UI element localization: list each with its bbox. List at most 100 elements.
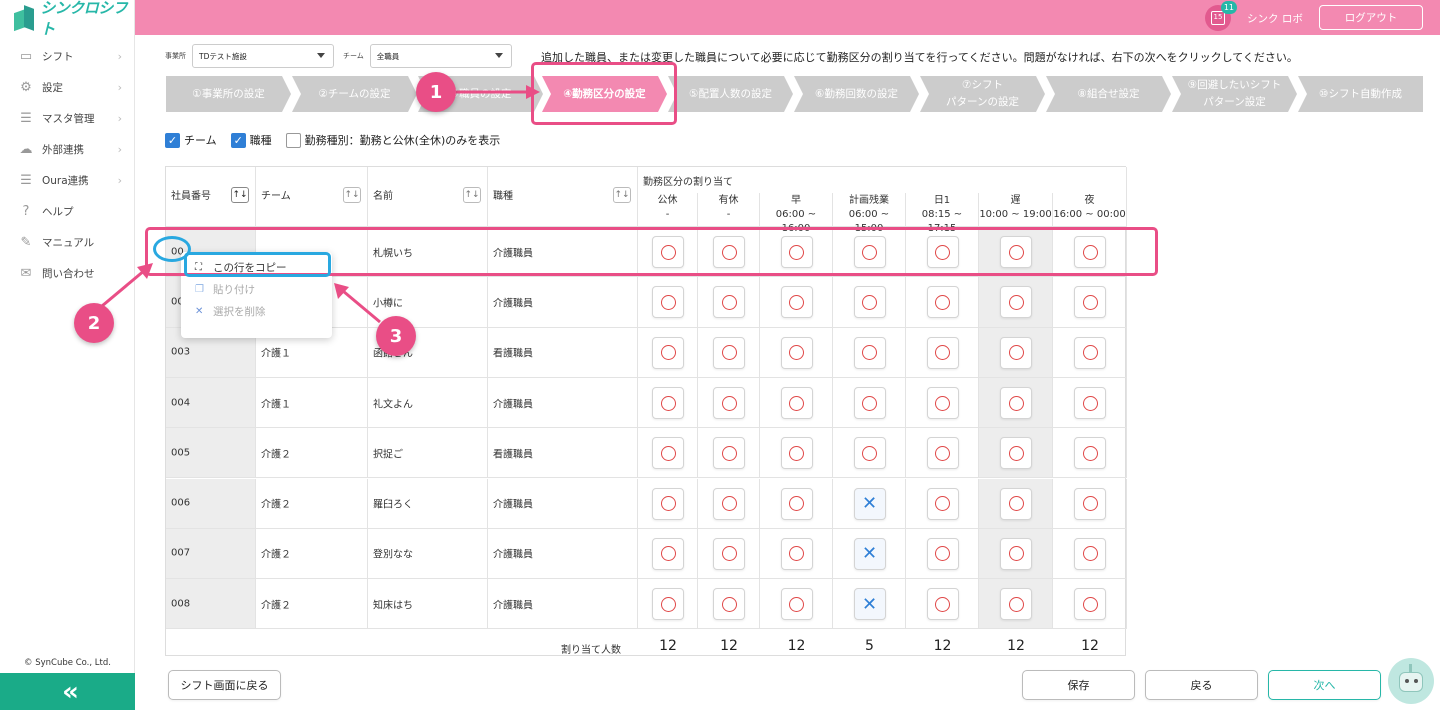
circle-toggle-icon[interactable] (652, 437, 684, 470)
sidebar-collapse-button[interactable]: « (0, 673, 135, 710)
circle-toggle-icon[interactable] (926, 336, 959, 369)
cell-id[interactable]: 007 (166, 528, 256, 580)
circle-toggle-icon[interactable] (780, 588, 813, 621)
circle-toggle-icon[interactable] (1000, 286, 1032, 319)
cell-name[interactable]: 択捉ご (368, 428, 488, 479)
team-checkbox[interactable]: ✓ チーム (165, 132, 217, 148)
circle-toggle-icon[interactable] (1074, 487, 1106, 520)
cell-name[interactable]: 登別なな (368, 528, 488, 580)
circle-toggle-icon[interactable] (1000, 487, 1032, 520)
sidebar-item-external[interactable]: ☁ 外部連携 › (0, 134, 134, 165)
cell-name[interactable]: 羅臼ろく (368, 478, 488, 529)
sidebar-item-settings[interactable]: ⚙ 設定 › (0, 72, 134, 103)
cell-team[interactable]: 介護１ (256, 377, 368, 429)
circle-toggle-icon[interactable] (713, 437, 745, 470)
sidebar-item-oura[interactable]: ☰ Oura連携 › (0, 165, 134, 196)
save-button[interactable]: 保存 (1022, 670, 1135, 700)
circle-toggle-icon[interactable] (1000, 336, 1032, 369)
circle-toggle-icon[interactable] (780, 336, 813, 369)
circle-toggle-icon[interactable] (926, 487, 959, 520)
step-shift-pattern[interactable]: ⑦シフト パターンの設定 (920, 76, 1045, 112)
circle-toggle-icon[interactable] (713, 588, 745, 621)
notification-button[interactable]: 15 11 (1205, 1, 1237, 31)
circle-toggle-icon[interactable] (1074, 537, 1106, 570)
sort-icon[interactable]: ↑↓ (343, 187, 361, 203)
circle-toggle-icon[interactable] (780, 537, 813, 570)
menu-item-delete-selection[interactable]: ✕ 選択を削除 (181, 300, 332, 322)
cell-id[interactable]: 004 (166, 377, 256, 429)
cross-toggle-icon[interactable]: ✕ (853, 487, 886, 520)
sidebar-item-help[interactable]: ? ヘルプ (0, 196, 134, 227)
cell-team[interactable]: 介護２ (256, 478, 368, 529)
cell-team[interactable]: 介護２ (256, 428, 368, 479)
cell-team[interactable]: 介護２ (256, 528, 368, 580)
step-auto-create[interactable]: ⑩シフト自動作成 (1298, 76, 1423, 112)
sidebar-item-master[interactable]: ☰ マスタ管理 › (0, 103, 134, 134)
circle-toggle-icon[interactable] (652, 537, 684, 570)
cell-job[interactable]: 介護職員 (488, 579, 638, 630)
cell-job[interactable]: 介護職員 (488, 478, 638, 529)
circle-toggle-icon[interactable] (1000, 387, 1032, 420)
cell-job[interactable]: 介護職員 (488, 277, 638, 328)
circle-toggle-icon[interactable] (780, 286, 813, 319)
circle-toggle-icon[interactable] (652, 286, 684, 319)
sort-icon[interactable]: ↑↓ (463, 187, 481, 203)
work-type-checkbox[interactable]: 勤務種別：勤務と公休(全休)のみを表示 (285, 132, 500, 148)
circle-toggle-icon[interactable] (1000, 588, 1032, 621)
cross-toggle-icon[interactable]: ✕ (853, 588, 886, 621)
circle-toggle-icon[interactable] (853, 387, 886, 420)
cell-job[interactable]: 介護職員 (488, 377, 638, 429)
circle-toggle-icon[interactable] (652, 487, 684, 520)
circle-toggle-icon[interactable] (780, 487, 813, 520)
cell-job[interactable]: 看護職員 (488, 327, 638, 378)
circle-toggle-icon[interactable] (713, 286, 745, 319)
circle-toggle-icon[interactable] (926, 286, 959, 319)
circle-toggle-icon[interactable] (713, 387, 745, 420)
circle-toggle-icon[interactable] (652, 336, 684, 369)
sidebar-item-manual[interactable]: ✎ マニュアル (0, 227, 134, 258)
office-select[interactable]: TDテスト施設 (192, 44, 334, 68)
circle-toggle-icon[interactable] (713, 487, 745, 520)
logout-button[interactable]: ログアウト (1319, 5, 1423, 30)
sort-icon[interactable]: ↑↓ (613, 187, 631, 203)
app-logo[interactable]: シンクロシフト (0, 0, 134, 38)
cell-job[interactable]: 介護職員 (488, 528, 638, 580)
circle-toggle-icon[interactable] (1000, 537, 1032, 570)
circle-toggle-icon[interactable] (1000, 437, 1032, 470)
back-button[interactable]: 戻る (1145, 670, 1258, 700)
circle-toggle-icon[interactable] (926, 437, 959, 470)
circle-toggle-icon[interactable] (1074, 387, 1106, 420)
circle-toggle-icon[interactable] (713, 537, 745, 570)
circle-toggle-icon[interactable] (1074, 286, 1106, 319)
cell-name[interactable]: 礼文よん (368, 377, 488, 429)
step-shift-count[interactable]: ⑥勤務回数の設定 (794, 76, 919, 112)
circle-toggle-icon[interactable] (926, 387, 959, 420)
menu-item-paste[interactable]: ❐ 貼り付け (181, 278, 332, 300)
circle-toggle-icon[interactable] (853, 437, 886, 470)
circle-toggle-icon[interactable] (1074, 336, 1106, 369)
circle-toggle-icon[interactable] (926, 588, 959, 621)
circle-toggle-icon[interactable] (1074, 588, 1106, 621)
circle-toggle-icon[interactable] (853, 286, 886, 319)
step-staffing[interactable]: ⑤配置人数の設定 (668, 76, 793, 112)
cell-id[interactable]: 006 (166, 478, 256, 529)
cross-toggle-icon[interactable]: ✕ (853, 537, 886, 570)
step-combination[interactable]: ⑧組合せ設定 (1046, 76, 1171, 112)
circle-toggle-icon[interactable] (652, 588, 684, 621)
step-avoid-pattern[interactable]: ⑨回避したいシフト パターン設定 (1172, 76, 1297, 112)
team-select[interactable]: 全職員 (369, 44, 512, 68)
sidebar-item-contact[interactable]: ✉ 問い合わせ (0, 258, 134, 289)
step-office[interactable]: ①事業所の設定 (166, 76, 291, 112)
cell-name[interactable]: 知床はち (368, 579, 488, 630)
cell-job[interactable]: 看護職員 (488, 428, 638, 479)
circle-toggle-icon[interactable] (652, 387, 684, 420)
next-button[interactable]: 次へ (1268, 670, 1381, 700)
circle-toggle-icon[interactable] (853, 336, 886, 369)
sort-icon[interactable]: ↑↓ (231, 187, 249, 203)
circle-toggle-icon[interactable] (1074, 437, 1106, 470)
job-checkbox[interactable]: ✓ 職種 (230, 132, 272, 148)
circle-toggle-icon[interactable] (780, 437, 813, 470)
step-team[interactable]: ②チームの設定 (292, 76, 417, 112)
cell-id[interactable]: 005 (166, 428, 256, 479)
cell-team[interactable]: 介護２ (256, 579, 368, 630)
